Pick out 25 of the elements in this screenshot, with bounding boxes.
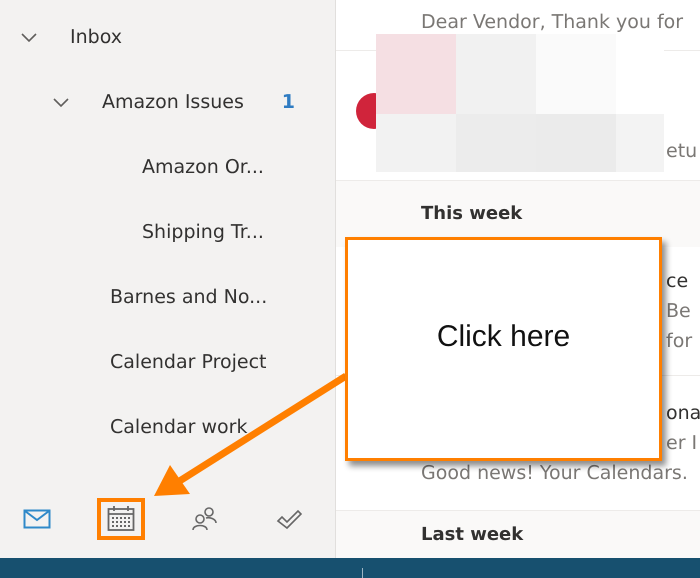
mail-icon: [23, 509, 51, 529]
folder-label[interactable]: Amazon Issues: [102, 90, 244, 112]
checkmark-icon: [276, 508, 302, 530]
message-text: er I: [666, 432, 698, 454]
message-text: Be: [666, 300, 691, 322]
folder-label[interactable]: Calendar Project: [110, 350, 266, 372]
unread-count: 1: [282, 90, 295, 112]
folder-label[interactable]: Amazon Or...: [142, 156, 264, 178]
message-text: etu: [666, 140, 698, 162]
calendar-icon: [107, 506, 135, 532]
message-text: for: [666, 330, 692, 352]
folder-label[interactable]: Inbox: [70, 26, 122, 48]
folder-label[interactable]: Calendar work: [110, 416, 248, 438]
callout-text: Click here: [436, 320, 570, 354]
chevron-icon[interactable]: [52, 96, 70, 108]
message-text: ona: [666, 402, 700, 424]
people-icon: [192, 507, 218, 531]
calendar-nav-button[interactable]: [97, 498, 145, 540]
message-text: ce: [666, 270, 688, 292]
message-text: Dear Vendor, Thank you for: [421, 11, 684, 34]
chevron-icon[interactable]: [20, 30, 38, 42]
section-header: Last week: [336, 510, 700, 558]
folder-label[interactable]: Barnes and No...: [110, 286, 268, 308]
message-text: Good news! Your Calendars.: [421, 462, 688, 484]
folder-label[interactable]: Shipping Tr...: [142, 220, 264, 242]
